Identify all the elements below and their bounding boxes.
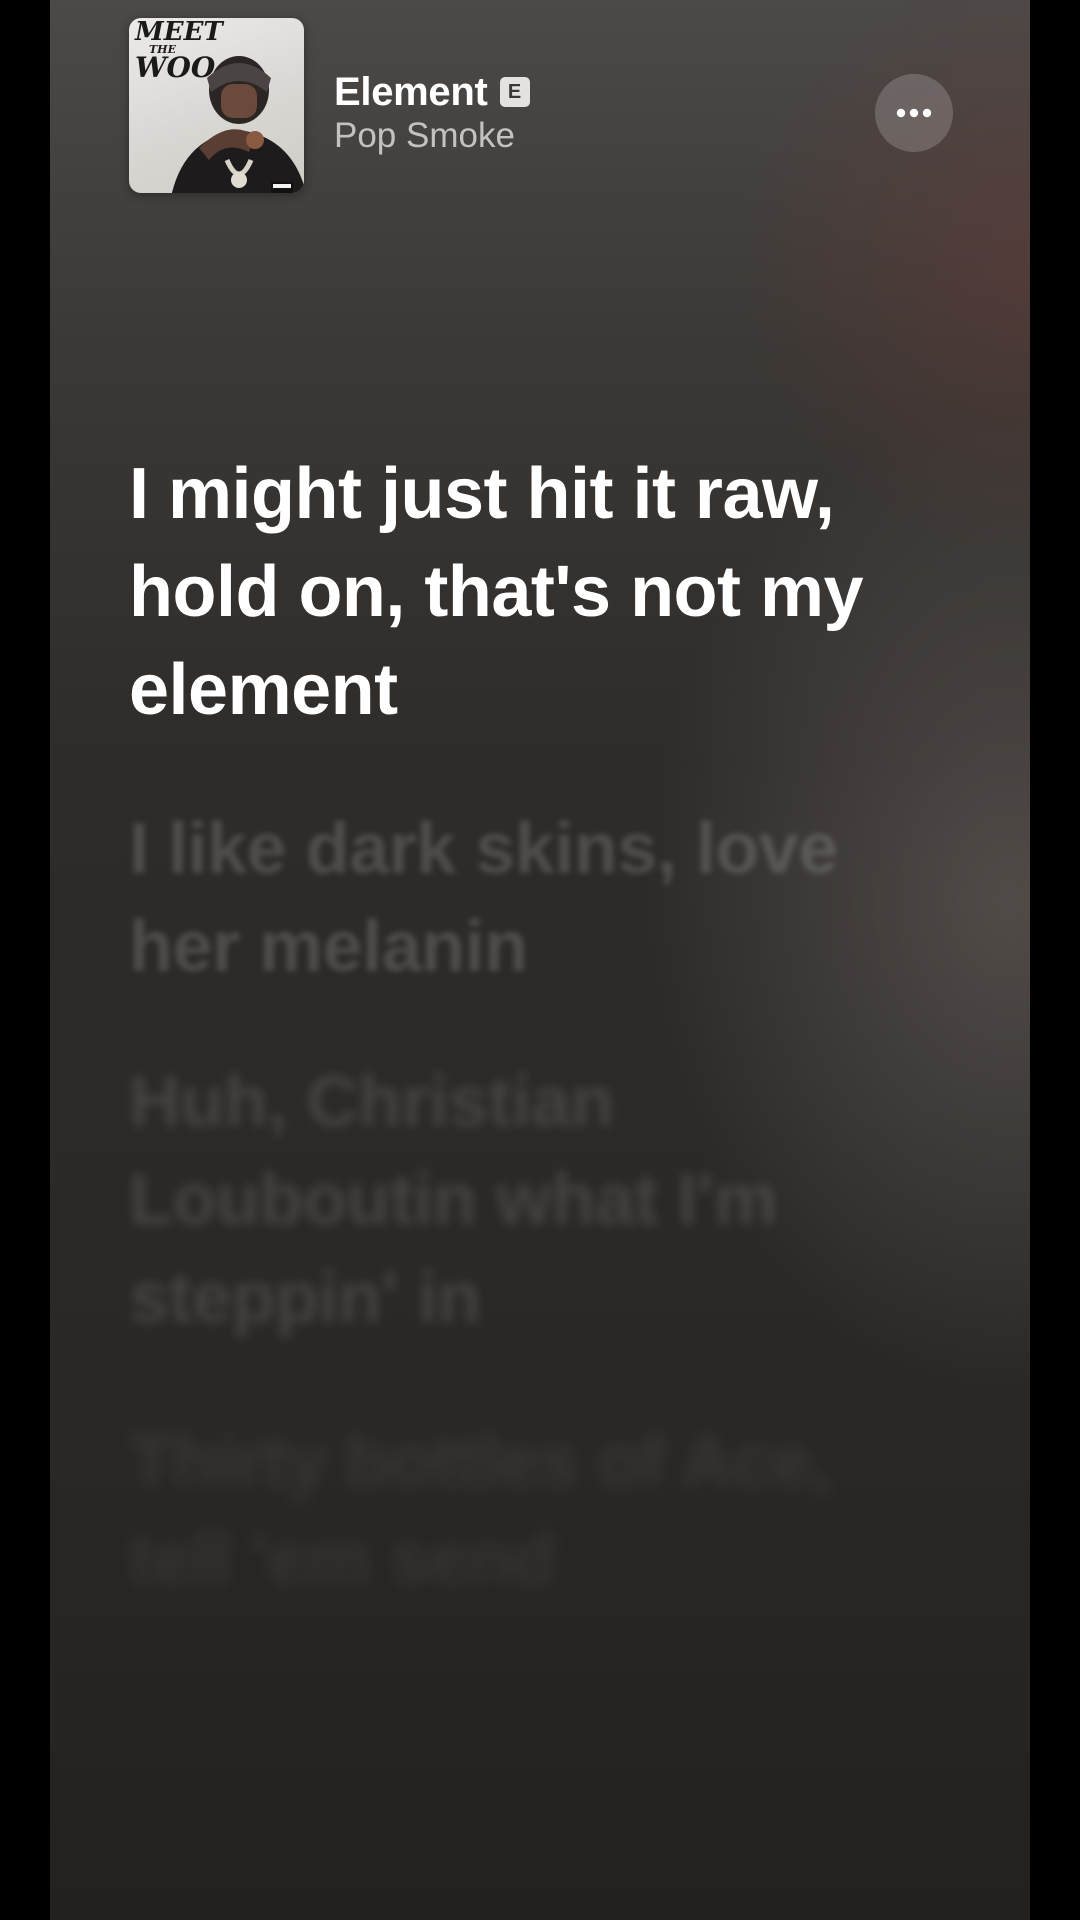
lyric-line-next[interactable]: I like dark skins, love her melanin [129, 800, 889, 996]
artist-name[interactable]: Pop Smoke [334, 116, 515, 156]
ellipsis-icon [896, 108, 932, 118]
lyric-line-current[interactable]: I might just hit it raw, hold on, that's… [129, 445, 889, 739]
album-title-line3: WOO [135, 51, 216, 85]
lyric-line-upcoming[interactable]: Thirty bottles of Ace, tell 'em send [129, 1413, 889, 1609]
lyrics-screen: MEET THE WOO Element E Pop Smoke I might… [50, 0, 1030, 1920]
album-title-text: MEET THE WOO [135, 18, 223, 85]
lyrics-view[interactable]: I might just hit it raw, hold on, that's… [129, 445, 889, 1609]
more-options-button[interactable] [875, 74, 953, 152]
explicit-badge: E [499, 77, 530, 107]
lyric-line-upcoming[interactable]: Huh, Christian Louboutin what I'm steppi… [129, 1053, 889, 1347]
album-artwork[interactable]: MEET THE WOO [129, 18, 304, 193]
track-title[interactable]: Element [334, 70, 488, 115]
album-title-line1: MEET [135, 18, 223, 47]
track-title-row[interactable]: Element E [334, 66, 530, 118]
